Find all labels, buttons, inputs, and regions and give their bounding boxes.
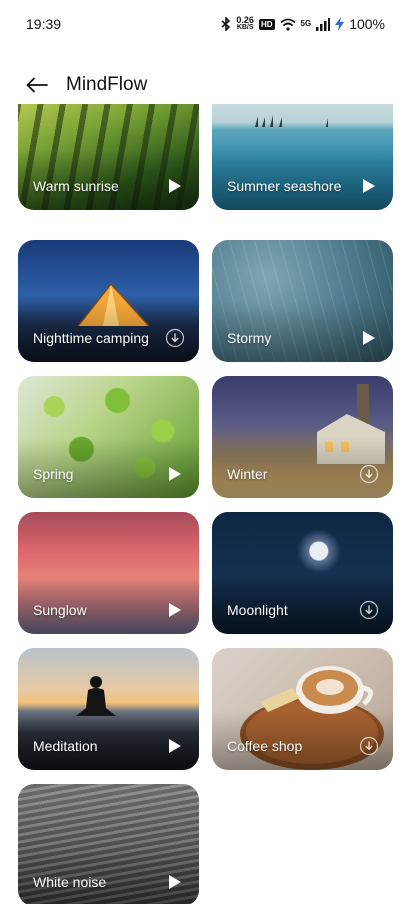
play-icon bbox=[363, 331, 375, 345]
sound-card-label: Warm sunrise bbox=[33, 178, 119, 194]
download-icon bbox=[359, 464, 379, 484]
sound-card-meditation[interactable]: Meditation bbox=[18, 648, 199, 770]
sound-card-stormy[interactable]: Stormy bbox=[212, 240, 393, 362]
sound-card-coffee-shop[interactable]: Coffee shop bbox=[212, 648, 393, 770]
play-button[interactable] bbox=[165, 176, 185, 196]
play-button[interactable] bbox=[165, 872, 185, 892]
play-icon bbox=[169, 875, 181, 889]
download-icon bbox=[165, 328, 185, 348]
play-button[interactable] bbox=[165, 736, 185, 756]
sound-card-summer-seashore[interactable]: Summer seashore bbox=[212, 104, 393, 210]
play-icon bbox=[169, 603, 181, 617]
sound-grid: Warm sunrise Summer seashore Nighttime c… bbox=[18, 104, 393, 904]
sound-card-spring[interactable]: Spring bbox=[18, 376, 199, 498]
sound-card-label: Sunglow bbox=[33, 602, 87, 618]
sound-card-label: Winter bbox=[227, 466, 268, 482]
sound-card-sunglow[interactable]: Sunglow bbox=[18, 512, 199, 634]
sound-card-label: Coffee shop bbox=[227, 738, 303, 754]
sound-card-label: Stormy bbox=[227, 330, 272, 346]
sound-card-label: White noise bbox=[33, 874, 107, 890]
bluetooth-icon bbox=[221, 17, 231, 31]
play-button[interactable] bbox=[165, 464, 185, 484]
back-button[interactable] bbox=[22, 70, 52, 100]
download-button[interactable] bbox=[359, 600, 379, 620]
sound-card-label: Meditation bbox=[33, 738, 98, 754]
play-button[interactable] bbox=[165, 600, 185, 620]
play-button[interactable] bbox=[359, 328, 379, 348]
network-speed: 0.26 KB/S bbox=[236, 16, 254, 32]
app-bar: MindFlow bbox=[0, 62, 411, 108]
download-button[interactable] bbox=[359, 464, 379, 484]
sound-card-label: Moonlight bbox=[227, 602, 288, 618]
status-bar: 19:39 0.26 KB/S HD 5G 100% bbox=[0, 0, 411, 48]
page-title: MindFlow bbox=[66, 74, 148, 95]
sound-card-moonlight[interactable]: Moonlight bbox=[212, 512, 393, 634]
download-icon bbox=[359, 600, 379, 620]
sound-card-label: Nighttime camping bbox=[33, 330, 149, 346]
play-icon bbox=[169, 739, 181, 753]
play-icon bbox=[169, 179, 181, 193]
sound-card-white-noise[interactable]: White noise bbox=[18, 784, 199, 904]
play-icon bbox=[169, 467, 181, 481]
sailboats-icon bbox=[255, 115, 328, 127]
wifi-icon bbox=[279, 18, 296, 31]
play-icon bbox=[363, 179, 375, 193]
sound-card-nighttime-camping[interactable]: Nighttime camping bbox=[18, 240, 199, 362]
arrow-left-icon bbox=[26, 77, 48, 93]
network-speed-value: 0.26 bbox=[236, 15, 254, 25]
download-icon bbox=[359, 736, 379, 756]
download-button[interactable] bbox=[165, 328, 185, 348]
status-time: 19:39 bbox=[26, 16, 62, 32]
signal-icon bbox=[316, 17, 331, 31]
charging-icon bbox=[335, 17, 345, 31]
signal-gen: 5G bbox=[300, 19, 312, 28]
hd-badge: HD bbox=[258, 18, 275, 30]
network-speed-unit: KB/S bbox=[236, 24, 254, 31]
play-button[interactable] bbox=[359, 176, 379, 196]
sound-card-warm-sunrise[interactable]: Warm sunrise bbox=[18, 104, 199, 210]
battery-level: 100% bbox=[349, 16, 385, 32]
sound-card-winter[interactable]: Winter bbox=[212, 376, 393, 498]
download-button[interactable] bbox=[359, 736, 379, 756]
sound-card-label: Spring bbox=[33, 466, 74, 482]
sound-card-label: Summer seashore bbox=[227, 178, 342, 194]
status-icons: 0.26 KB/S HD 5G 100% bbox=[221, 16, 385, 32]
